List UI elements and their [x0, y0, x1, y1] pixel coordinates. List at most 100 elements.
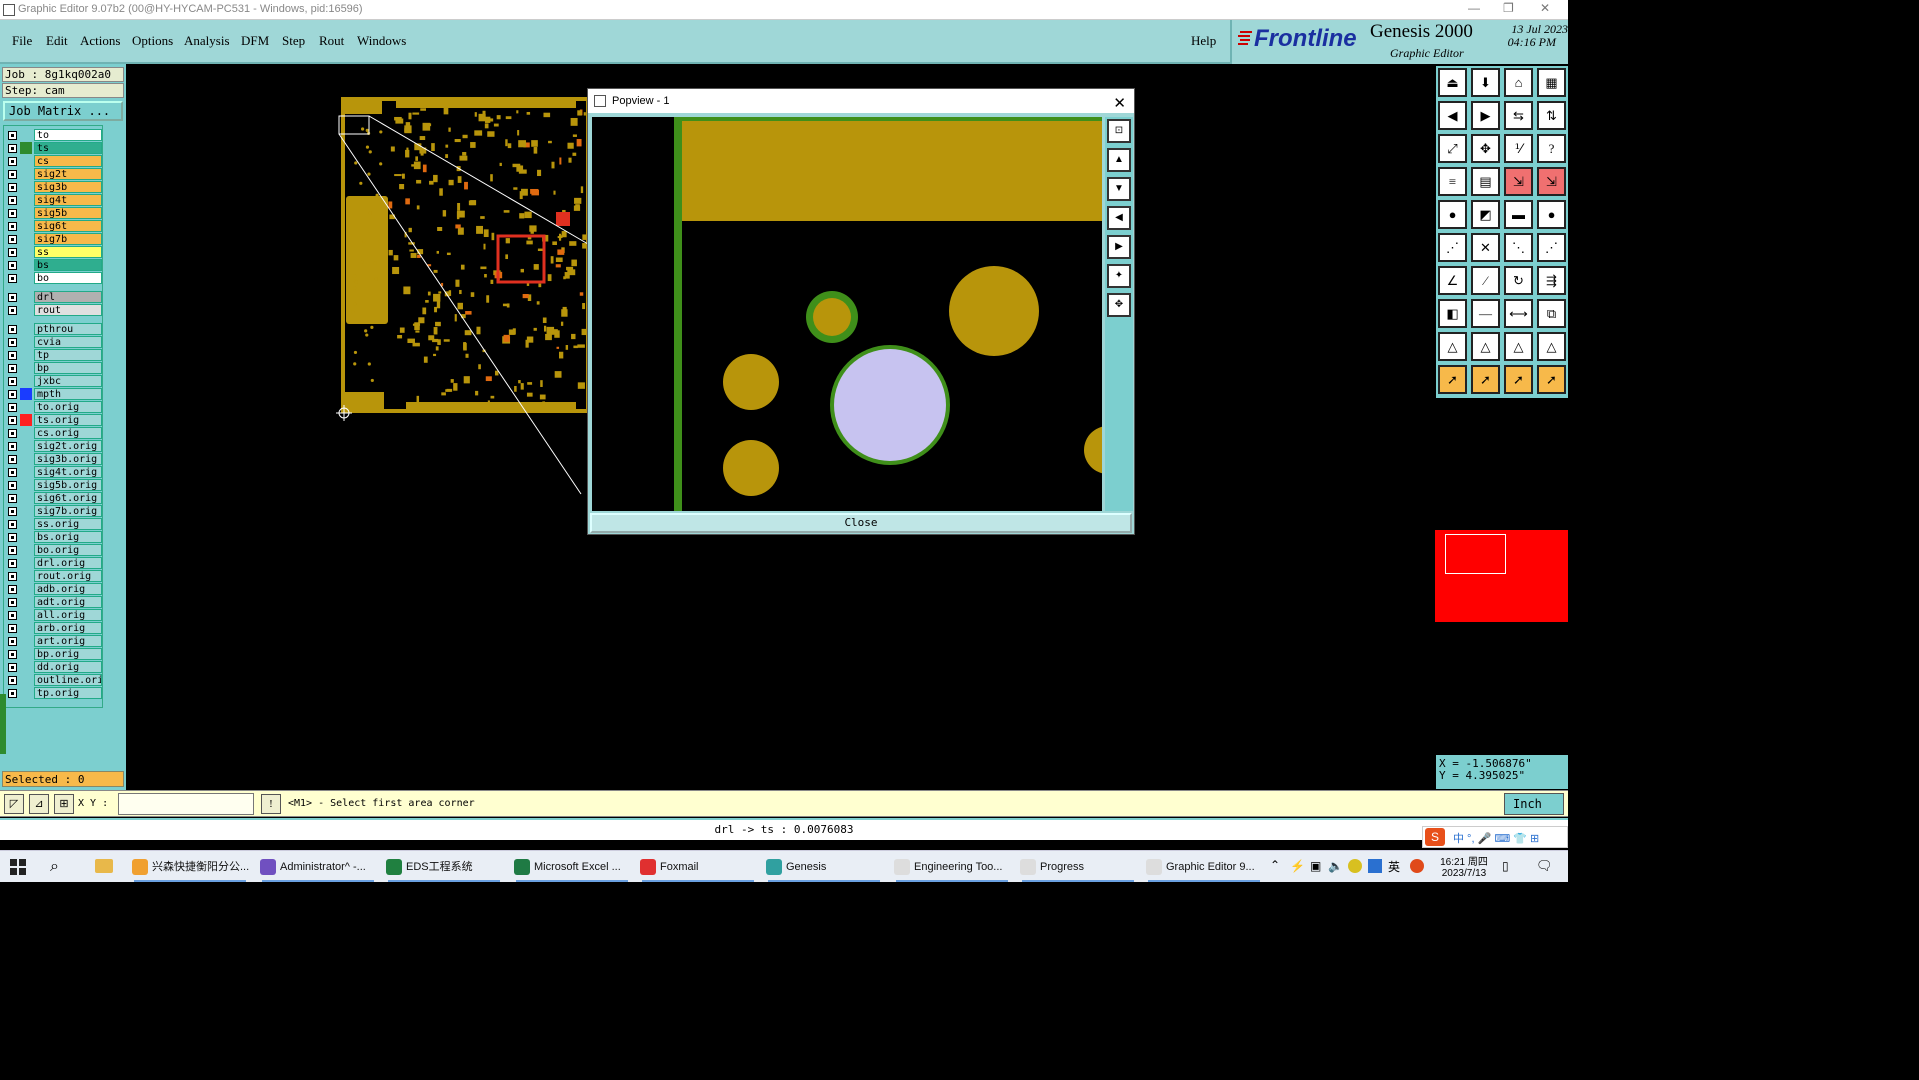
layer-row-rout[interactable]: rout: [4, 304, 102, 316]
layer-row-adb-orig[interactable]: adb.orig: [4, 583, 102, 595]
unit-selector[interactable]: Inch: [1504, 793, 1564, 815]
copy-icon[interactable]: ⧉: [1537, 299, 1566, 328]
layer-name[interactable]: sig5b.orig: [34, 479, 102, 491]
layer-row-sig4t[interactable]: sig4t: [4, 194, 102, 206]
layer-row-outline-orig[interactable]: outline.orig: [4, 674, 102, 686]
layer-checkbox[interactable]: [8, 442, 17, 451]
layer-row-ts-orig[interactable]: ts.orig: [4, 414, 102, 426]
layer-name[interactable]: to.orig: [34, 401, 102, 413]
xy-input[interactable]: [118, 793, 254, 815]
layer-checkbox[interactable]: [8, 364, 17, 373]
layer-row-rout-orig[interactable]: rout.orig: [4, 570, 102, 582]
layer-row-dd-orig[interactable]: dd.orig: [4, 661, 102, 673]
dot-icon[interactable]: ●: [1537, 200, 1566, 229]
taskbar-item[interactable]: Graphic Editor 9...: [1144, 857, 1255, 877]
layer-name[interactable]: sig7b.orig: [34, 505, 102, 517]
menu-step[interactable]: Step: [282, 33, 305, 49]
start-icon[interactable]: [10, 859, 26, 875]
layer-checkbox[interactable]: [8, 183, 17, 192]
menu-windows[interactable]: Windows: [357, 33, 406, 49]
layer-checkbox[interactable]: [8, 481, 17, 490]
layer-name[interactable]: tp.orig: [34, 687, 102, 699]
layer-name[interactable]: rout: [34, 304, 102, 316]
zoom-home-icon[interactable]: ✦: [1107, 264, 1131, 288]
popview-close-button[interactable]: Close: [590, 513, 1132, 533]
layer-checkbox[interactable]: [8, 248, 17, 257]
tray-volume-icon[interactable]: 🔈: [1328, 859, 1343, 873]
edit-line-icon[interactable]: ∠: [1438, 266, 1467, 295]
layer-name[interactable]: tp: [34, 349, 102, 361]
layer-row-ss-orig[interactable]: ss.orig: [4, 518, 102, 530]
layer-name[interactable]: cvia: [34, 336, 102, 348]
flip-icon[interactable]: ⇆: [1504, 101, 1533, 130]
layer-checkbox[interactable]: [8, 351, 17, 360]
menu-help[interactable]: Help: [1191, 33, 1216, 49]
layer-checkbox[interactable]: [8, 170, 17, 179]
segment-icon[interactable]: ⋰: [1537, 233, 1566, 262]
layer-checkbox[interactable]: [8, 144, 17, 153]
layer-checkbox[interactable]: [8, 338, 17, 347]
clock[interactable]: 16:21 周四 2023/7/13: [1436, 853, 1492, 879]
layer-checkbox[interactable]: [8, 585, 17, 594]
layer-row-sig7b-orig[interactable]: sig7b.orig: [4, 505, 102, 517]
layer-checkbox[interactable]: [8, 494, 17, 503]
layer-checkbox[interactable]: [8, 429, 17, 438]
layer-name[interactable]: bp.orig: [34, 648, 102, 660]
search-icon[interactable]: ⌕: [50, 858, 59, 876]
layer-row-sig6t-orig[interactable]: sig6t.orig: [4, 492, 102, 504]
layer-checkbox[interactable]: [8, 390, 17, 399]
layer-row-sig5b-orig[interactable]: sig5b.orig: [4, 479, 102, 491]
layer-name[interactable]: bp: [34, 362, 102, 374]
layer-row-bo[interactable]: bo: [4, 272, 102, 284]
slash-icon[interactable]: ∕: [1471, 266, 1500, 295]
layer-checkbox[interactable]: [8, 650, 17, 659]
layer-name[interactable]: dd.orig: [34, 661, 102, 673]
layer-checkbox[interactable]: [8, 624, 17, 633]
notification-icon[interactable]: 🗨: [1536, 858, 1553, 874]
ruler-icon[interactable]: ▬: [1504, 200, 1533, 229]
taskbar-item[interactable]: Progress: [1018, 857, 1084, 877]
popview-close-icon[interactable]: ✕: [1113, 92, 1126, 116]
layer-name[interactable]: sig6t.orig: [34, 492, 102, 504]
layer-row-bs[interactable]: bs: [4, 259, 102, 271]
layer-row-sig4t-orig[interactable]: sig4t.orig: [4, 466, 102, 478]
minus-icon[interactable]: —: [1471, 299, 1500, 328]
layer-row-tp-orig[interactable]: tp.orig: [4, 687, 102, 699]
layer-name[interactable]: bs.orig: [34, 531, 102, 543]
layer-row-cvia[interactable]: cvia: [4, 336, 102, 348]
layer-checkbox[interactable]: [8, 559, 17, 568]
job-matrix-button[interactable]: Job Matrix ...: [3, 101, 123, 121]
menu-options[interactable]: Options: [132, 33, 173, 49]
measure-range-icon[interactable]: ⟷: [1504, 299, 1533, 328]
menu-edit[interactable]: Edit: [46, 33, 68, 49]
taskbar-item[interactable]: Foxmail: [638, 857, 699, 877]
menu-analysis[interactable]: Analysis: [184, 33, 230, 49]
minimize-icon[interactable]: —: [1468, 1, 1480, 15]
layer-checkbox[interactable]: [8, 689, 17, 698]
home-icon[interactable]: ⌂: [1504, 68, 1533, 97]
layer-checkbox[interactable]: [8, 235, 17, 244]
layer-checkbox[interactable]: [8, 403, 17, 412]
snap-icon[interactable]: ◸: [4, 794, 24, 814]
pan-right-icon[interactable]: ▶: [1107, 235, 1131, 259]
zoom-fit-icon[interactable]: ⊡: [1107, 119, 1131, 143]
layer-checkbox[interactable]: [8, 209, 17, 218]
layer-row-sig6t[interactable]: sig6t: [4, 220, 102, 232]
layer-stack-icon[interactable]: ≡: [1438, 167, 1467, 196]
layer-checkbox[interactable]: [8, 676, 17, 685]
ime-indicator[interactable]: 英: [1388, 858, 1400, 875]
layer-checkbox[interactable]: [8, 157, 17, 166]
layer-name[interactable]: arb.orig: [34, 622, 102, 634]
zoom-fit-icon[interactable]: ⤢: [1438, 134, 1467, 163]
layer-row-sig3b[interactable]: sig3b: [4, 181, 102, 193]
layer-name[interactable]: sig3b.orig: [34, 453, 102, 465]
layer-checkbox[interactable]: [8, 455, 17, 464]
select-alt-icon[interactable]: ➚: [1504, 365, 1533, 394]
layer-row-bp-orig[interactable]: bp.orig: [4, 648, 102, 660]
layer-name[interactable]: sig4t.orig: [34, 466, 102, 478]
layer-checkbox[interactable]: [8, 507, 17, 516]
layer-checkbox[interactable]: [8, 293, 17, 302]
layer-checkbox[interactable]: [8, 533, 17, 542]
arc-icon[interactable]: △: [1438, 332, 1467, 361]
tray-app-icon[interactable]: ⚡: [1290, 859, 1305, 873]
